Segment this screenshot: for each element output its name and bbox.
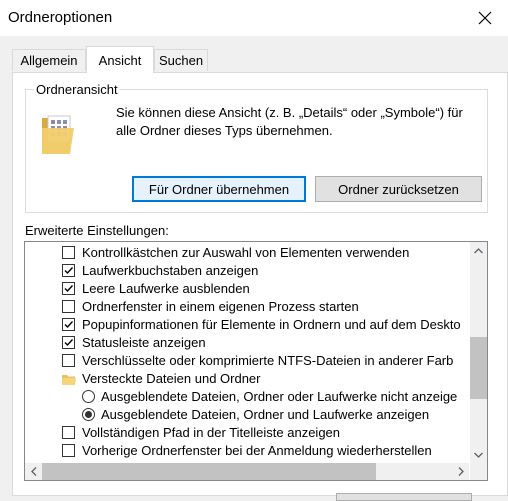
option-label: Ausgeblendete Dateien, Ordner und Laufwe…: [101, 407, 430, 422]
option-label: Ausgeblendete Dateien, Ordner oder Laufw…: [101, 389, 458, 404]
advanced-settings-tree[interactable]: Kontrollkästchen zur Auswahl von Element…: [24, 241, 488, 481]
radio-selected[interactable]: [82, 408, 95, 421]
chevron-down-icon: [474, 452, 483, 458]
tab-label: Allgemein: [20, 53, 78, 68]
scroll-right-arrow[interactable]: [452, 463, 469, 480]
checkbox-checked[interactable]: [62, 264, 75, 277]
tree-option-row[interactable]: Ausgeblendete Dateien, Ordner und Laufwe…: [25, 406, 469, 424]
option-label: Kontrollkästchen zur Auswahl von Element…: [82, 245, 410, 260]
scrollbar-corner: [470, 463, 487, 480]
vertical-scrollbar[interactable]: [470, 242, 487, 463]
button-label: Für Ordner übernehmen: [148, 181, 290, 197]
tree-option-row[interactable]: Ordnerfenster in einem eigenen Prozess s…: [25, 298, 469, 316]
checkmark-icon: [64, 267, 74, 275]
checkbox-unchecked[interactable]: [62, 444, 75, 457]
folder-view-icon: [40, 114, 76, 161]
tree-option-row[interactable]: Verschlüsselte oder komprimierte NTFS-Da…: [25, 352, 469, 370]
option-label: Leere Laufwerke ausblenden: [82, 281, 250, 296]
option-label: Verschlüsselte oder komprimierte NTFS-Da…: [82, 353, 454, 368]
tab-ansicht[interactable]: Ansicht: [86, 46, 154, 73]
tree-option-row[interactable]: Statusleiste anzeigen: [25, 334, 469, 352]
option-label: Versteckte Dateien und Ordner: [82, 371, 261, 386]
option-label: Laufwerkbuchstaben anzeigen: [82, 263, 259, 278]
advanced-settings-list: Kontrollkästchen zur Auswahl von Element…: [25, 244, 469, 460]
chevron-up-icon: [474, 247, 483, 253]
checkbox-unchecked[interactable]: [62, 426, 75, 439]
checkbox-unchecked[interactable]: [62, 354, 75, 367]
folder-view-description: Sie können diese Ansicht (z. B. „Details…: [116, 105, 463, 138]
group-legend: Ordneransicht: [34, 82, 120, 97]
checkbox-checked[interactable]: [62, 282, 75, 295]
close-icon: [478, 11, 492, 25]
folder-icon: [62, 373, 76, 388]
title-bar: Ordneroptionen: [0, 0, 508, 36]
advanced-settings-label: Erweiterte Einstellungen:: [25, 223, 169, 238]
checkbox-unchecked[interactable]: [62, 300, 75, 313]
tree-group-row: Versteckte Dateien und Ordner: [25, 370, 469, 388]
checkmark-icon: [64, 285, 74, 293]
checkmark-icon: [64, 321, 74, 329]
vertical-scroll-thumb[interactable]: [470, 337, 487, 399]
scroll-down-arrow[interactable]: [470, 446, 487, 463]
option-label: Popupinformationen für Elemente in Ordne…: [82, 317, 461, 332]
tree-option-row[interactable]: Vorherige Ordnerfenster bei der Anmeldun…: [25, 442, 469, 460]
scroll-left-arrow[interactable]: [25, 463, 42, 480]
tab-allgemein[interactable]: Allgemein: [12, 49, 86, 71]
horizontal-scroll-thumb[interactable]: [42, 463, 376, 480]
checkbox-checked[interactable]: [62, 336, 75, 349]
close-button[interactable]: [462, 0, 508, 36]
tree-option-row[interactable]: Laufwerkbuchstaben anzeigen: [25, 262, 469, 280]
checkbox-checked[interactable]: [62, 318, 75, 331]
checkmark-icon: [64, 339, 74, 347]
tab-label: Ansicht: [98, 52, 142, 68]
tree-option-row[interactable]: Leere Laufwerke ausblenden: [25, 280, 469, 298]
ok-button[interactable]: [336, 493, 472, 501]
horizontal-scrollbar[interactable]: [25, 463, 469, 480]
tab-suchen[interactable]: Suchen: [154, 49, 208, 71]
option-label: Statusleiste anzeigen: [82, 335, 206, 350]
tab-panel-ansicht: Ordneransicht Sie können diese Ansicht (…: [12, 72, 508, 496]
tab-label: Suchen: [158, 53, 204, 68]
option-label: Ordnerfenster in einem eigenen Prozess s…: [82, 299, 359, 314]
tree-option-row[interactable]: Vollständigen Pfad in der Titelleiste an…: [25, 424, 469, 442]
button-label: Ordner zurücksetzen: [338, 181, 459, 197]
tree-option-row[interactable]: Kontrollkästchen zur Auswahl von Element…: [25, 244, 469, 262]
radio-unselected[interactable]: [82, 390, 95, 403]
tree-option-row[interactable]: Popupinformationen für Elemente in Ordne…: [25, 316, 469, 334]
option-label: Vorherige Ordnerfenster bei der Anmeldun…: [82, 443, 432, 458]
scroll-up-arrow[interactable]: [470, 242, 487, 259]
reset-folders-button[interactable]: Ordner zurücksetzen: [315, 176, 482, 202]
window-title: Ordneroptionen: [8, 9, 113, 26]
apply-to-folders-button[interactable]: Für Ordner übernehmen: [132, 176, 306, 202]
chevron-left-icon: [30, 467, 36, 476]
checkbox-unchecked[interactable]: [62, 246, 75, 259]
chevron-right-icon: [458, 467, 464, 476]
folder-view-group: Ordneransicht Sie können diese Ansicht (…: [25, 82, 488, 213]
tree-option-row[interactable]: Ausgeblendete Dateien, Ordner oder Laufw…: [25, 388, 469, 406]
option-label: Vollständigen Pfad in der Titelleiste an…: [82, 425, 341, 440]
